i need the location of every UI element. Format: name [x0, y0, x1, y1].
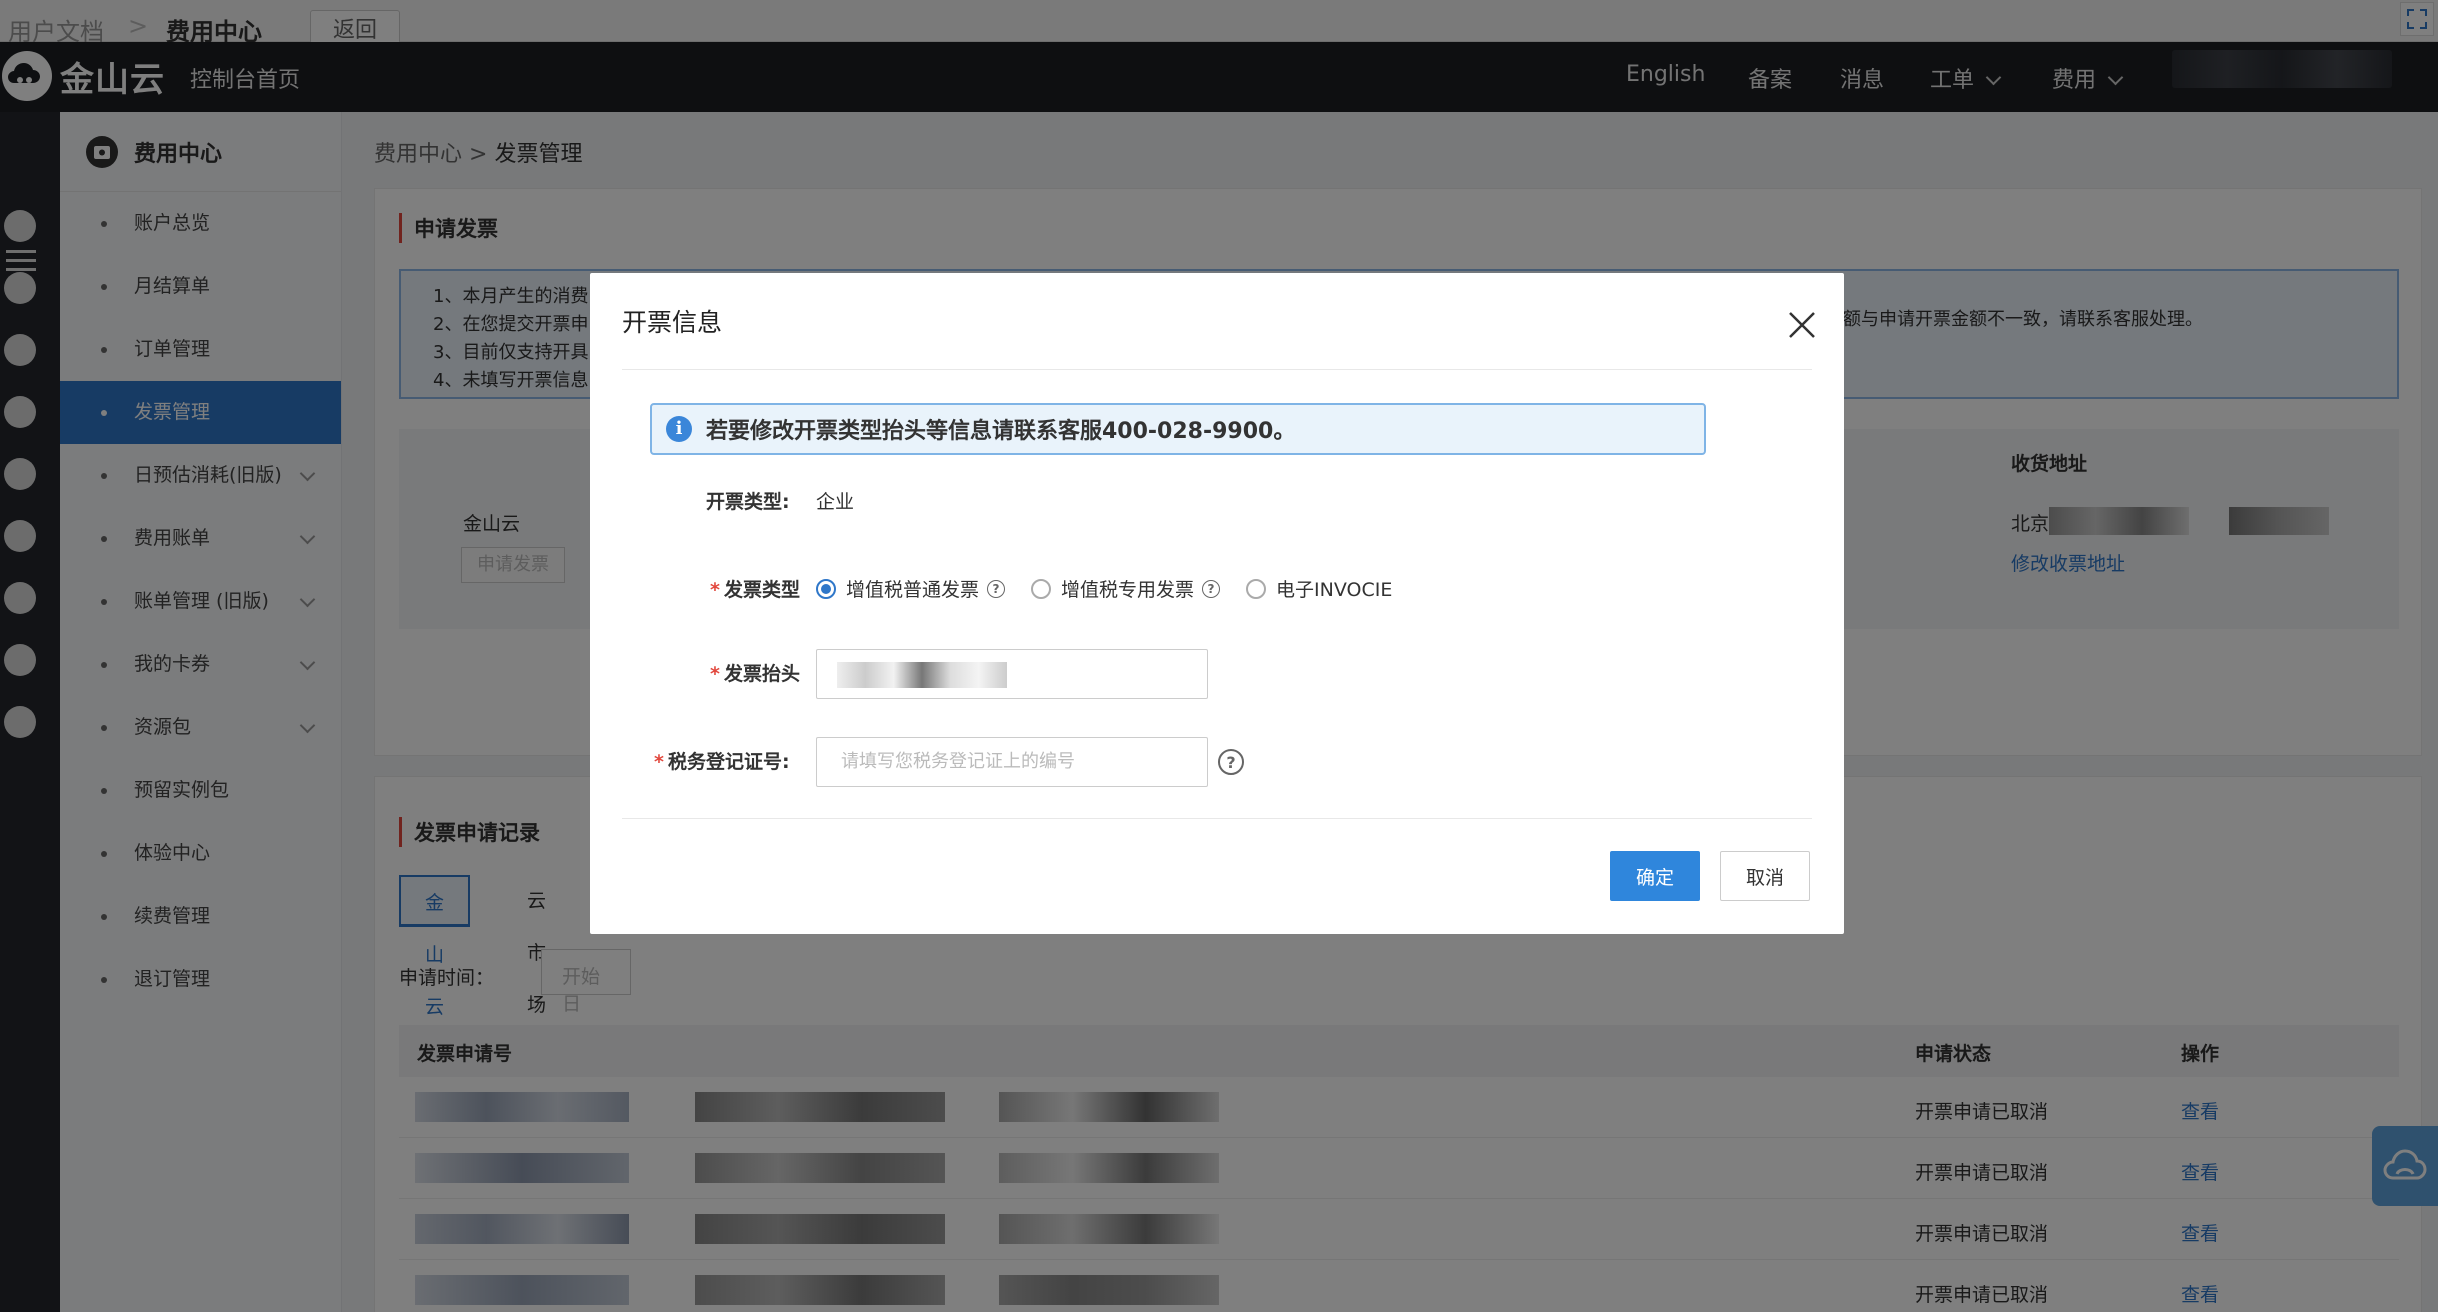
dialog-divider: [622, 818, 1812, 819]
help-icon[interactable]: ?: [987, 579, 1006, 598]
dialog-alert-text: 若要修改开票类型抬头等信息请联系客服400-028-9900。: [706, 419, 1296, 444]
help-icon[interactable]: ?: [1218, 749, 1244, 775]
invoice-type-label: * 发票类型: [710, 575, 800, 602]
dialog-divider: [622, 369, 1812, 370]
dialog-title: 开票信息: [622, 308, 723, 337]
required-mark: *: [710, 663, 720, 685]
invoice-title-label: * 发票抬头: [710, 659, 800, 686]
tax-id-label-text: 税务登记证号:: [667, 751, 790, 773]
close-icon[interactable]: [1786, 309, 1818, 341]
dialog-alert: i 若要修改开票类型抬头等信息请联系客服400-028-9900。: [650, 403, 1706, 455]
radio-vat-special[interactable]: 增值税专用发票 ?: [1031, 575, 1221, 602]
tax-id-input[interactable]: 请填写您税务登记证上的编号: [816, 737, 1208, 787]
billing-type-value: 企业: [816, 491, 855, 513]
invoice-type-label-text: 发票类型: [723, 579, 800, 601]
radio-label: 电子INVOCIE: [1276, 579, 1393, 601]
required-mark: *: [710, 579, 720, 601]
required-mark: *: [654, 751, 664, 773]
radio-button-selected[interactable]: [816, 578, 836, 599]
tax-id-label: * 税务登记证号:: [654, 747, 790, 774]
billing-type-label: 开票类型:: [706, 491, 790, 513]
invoice-title-input[interactable]: [816, 649, 1208, 699]
invoice-title-redacted: [837, 662, 1007, 688]
cancel-button[interactable]: 取消: [1720, 851, 1810, 901]
invoice-info-dialog: 开票信息 i 若要修改开票类型抬头等信息请联系客服400-028-9900。 开…: [590, 273, 1844, 934]
radio-label: 增值税普通发票: [846, 579, 980, 601]
invoice-title-label-text: 发票抬头: [723, 663, 800, 685]
radio-vat-normal[interactable]: 增值税普通发票 ?: [816, 575, 1006, 602]
radio-label: 增值税专用发票: [1061, 579, 1195, 601]
info-icon: i: [666, 416, 692, 442]
help-icon[interactable]: ?: [1202, 579, 1221, 598]
radio-button[interactable]: [1246, 578, 1267, 599]
confirm-button[interactable]: 确定: [1610, 851, 1700, 901]
radio-button[interactable]: [1031, 578, 1052, 599]
invoice-type-radio-group: 增值税普通发票 ? 增值税专用发票 ? 电子INVOCIE: [816, 575, 1418, 602]
radio-electronic[interactable]: 电子INVOCIE: [1246, 575, 1392, 602]
